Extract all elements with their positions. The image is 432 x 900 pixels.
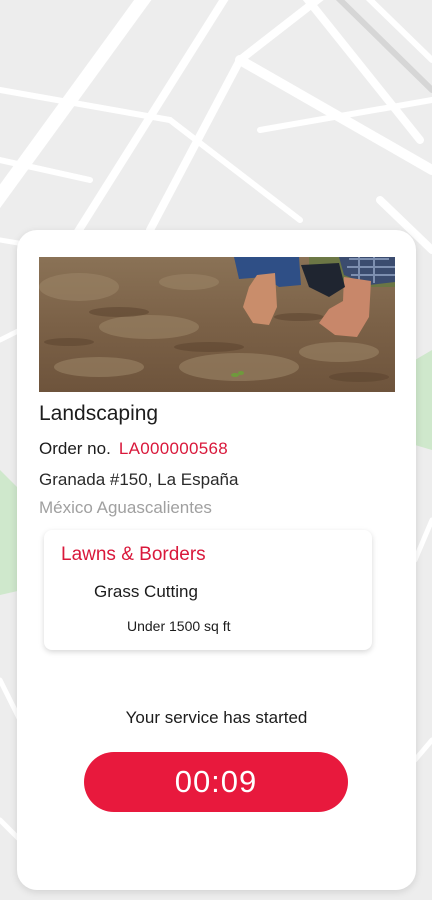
address-line-2: México Aguascalientes <box>39 498 212 517</box>
order-number-row: Order no. LA000000568 <box>39 439 228 459</box>
service-category: Lawns & Borders <box>61 544 206 565</box>
service-card: Landscaping Order no. LA000000568 Granada… <box>17 230 416 890</box>
service-title: Landscaping <box>39 402 159 425</box>
order-label: Order no. <box>39 439 111 458</box>
service-timer-button[interactable]: 00:09 <box>84 752 348 812</box>
order-number: LA000000568 <box>118 439 228 458</box>
service-subtype: Grass Cutting <box>94 582 198 601</box>
service-status-message: Your service has started <box>125 708 308 727</box>
service-detail-box: Lawns & Borders Grass Cutting Under 1500… <box>44 530 372 650</box>
service-photo <box>39 257 395 392</box>
service-size: Under 1500 sq ft <box>127 618 231 634</box>
address-line-1: Granada #150, La España <box>39 470 239 489</box>
